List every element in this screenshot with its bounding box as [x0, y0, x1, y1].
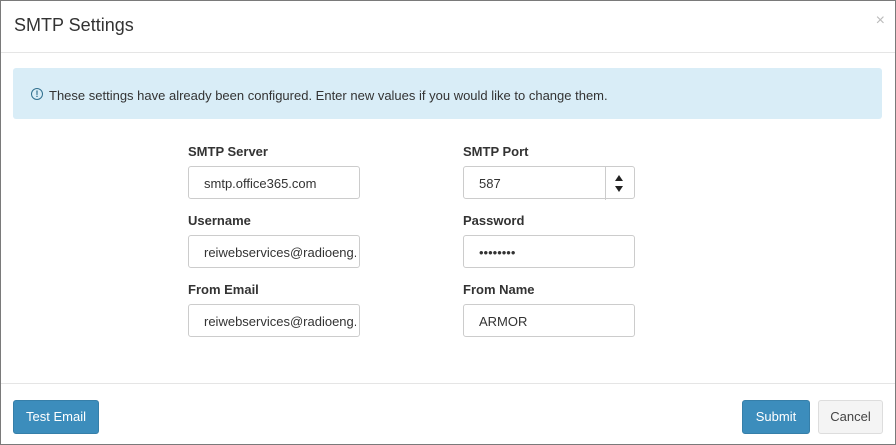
- dialog-title: SMTP Settings: [14, 15, 134, 35]
- dialog-header: SMTP Settings ×: [1, 1, 895, 53]
- smtp-server-input[interactable]: smtp.office365.com: [188, 166, 360, 199]
- cancel-button[interactable]: Cancel: [818, 400, 883, 434]
- from-name-value: ARMOR: [479, 314, 528, 329]
- dialog-footer: Test Email Submit Cancel: [1, 383, 895, 445]
- username-input[interactable]: reiwebservices@radioeng...: [188, 235, 360, 268]
- smtp-settings-dialog: SMTP Settings × ! These settings have al…: [0, 0, 896, 445]
- from-name-input[interactable]: ARMOR: [463, 304, 635, 337]
- username-value: reiwebservices@radioeng...: [204, 245, 356, 260]
- password-input[interactable]: ••••••••: [463, 235, 635, 268]
- username-label: Username: [188, 213, 251, 228]
- from-name-label: From Name: [463, 282, 535, 297]
- port-spinner[interactable]: [605, 167, 634, 200]
- smtp-server-value: smtp.office365.com: [204, 176, 317, 191]
- smtp-port-label: SMTP Port: [463, 144, 529, 159]
- info-alert: ! These settings have already been confi…: [13, 68, 882, 119]
- test-email-button[interactable]: Test Email: [13, 400, 99, 434]
- password-label: Password: [463, 213, 525, 228]
- close-icon[interactable]: ×: [876, 12, 885, 30]
- from-email-label: From Email: [188, 282, 259, 297]
- decrement-arrow-icon[interactable]: [615, 186, 623, 192]
- increment-arrow-icon[interactable]: [615, 175, 623, 181]
- from-email-value: reiwebservices@radioeng...: [204, 314, 356, 329]
- password-value: ••••••••: [479, 245, 516, 260]
- submit-button[interactable]: Submit: [742, 400, 810, 434]
- smtp-port-input[interactable]: 587: [463, 166, 635, 200]
- alert-message: These settings have already been configu…: [49, 88, 608, 103]
- info-icon: !: [31, 88, 43, 100]
- smtp-server-label: SMTP Server: [188, 144, 268, 159]
- from-email-input[interactable]: reiwebservices@radioeng...: [188, 304, 360, 337]
